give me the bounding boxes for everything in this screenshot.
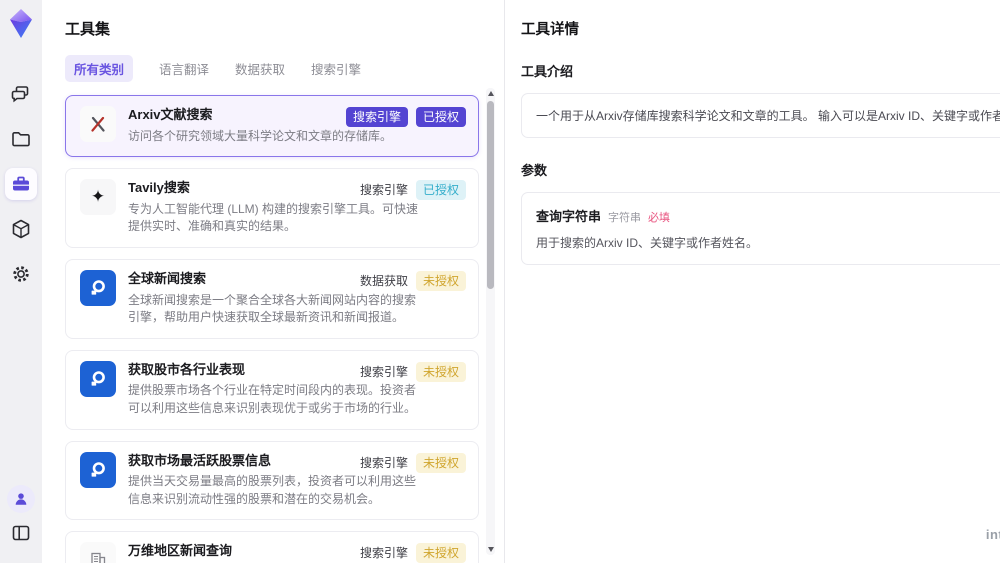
tool-list-panel: 工具集 所有类别 语言翻译 数据获取 搜索引擎 Arxiv文献搜索 访问各个研究…	[42, 0, 504, 563]
tool-card-active-stocks[interactable]: 获取市场最活跃股票信息 提供当天交易量最高的股票列表，投资者可以利用这些信息来识…	[65, 440, 479, 521]
scroll-up-arrow-icon[interactable]	[488, 91, 494, 96]
folder-icon[interactable]	[5, 123, 37, 155]
tool-detail-panel: 工具详情 工具介绍 一个用于从Arxiv存储库搜索科学论文和文章的工具。 输入可…	[504, 0, 1000, 563]
tool-card-stock-sectors[interactable]: 获取股市各行业表现 提供股票市场各个行业在特定时间段内的表现。投资者可以利用这些…	[65, 349, 479, 430]
auth-status-badge: 已授权	[415, 107, 466, 127]
auth-status-badge: 已授权	[415, 180, 466, 201]
category-badge: 搜索引擎	[359, 364, 408, 379]
news-q-logo-icon	[80, 269, 116, 306]
auth-status-badge: 未授权	[415, 270, 466, 291]
tool-description: 专为人工智能代理 (LLM) 构建的搜索引擎工具。可快速提供实时、准确和真实的结…	[128, 201, 419, 234]
tab-search-engine[interactable]: 搜索引擎	[311, 55, 361, 82]
app-window: 工具集 所有类别 语言翻译 数据获取 搜索引擎 Arxiv文献搜索 访问各个研究…	[0, 0, 1000, 563]
tool-description: 访问各个研究领域大量科学论文和文章的存储库。	[128, 128, 393, 143]
toolbox-icon[interactable]	[5, 168, 37, 200]
tool-card-regional-news[interactable]: 万维地区新闻查询 查询具体行政区划内的新闻，快速了解各地新闻动 搜索引擎 未授权	[65, 531, 479, 563]
intel-wordmark: intel	[985, 527, 1000, 542]
intro-section-heading: 工具介绍	[521, 64, 574, 79]
tavily-star-icon: ✦	[80, 179, 116, 216]
category-tabs: 所有类别 语言翻译 数据获取 搜索引擎	[65, 55, 504, 82]
param-description: 用于搜索的Arxiv ID、关键字或作者姓名。	[536, 236, 759, 250]
scroll-down-arrow-icon[interactable]	[488, 547, 494, 552]
icon-rail	[0, 0, 42, 563]
list-scrollbar[interactable]	[486, 88, 495, 555]
param-name: 查询字符串	[536, 209, 602, 224]
tool-card-arxiv[interactable]: Arxiv文献搜索 访问各个研究领域大量科学论文和文章的存储库。 搜索引擎 已授…	[65, 95, 479, 158]
scrollbar-thumb[interactable]	[487, 101, 494, 289]
tool-list: Arxiv文献搜索 访问各个研究领域大量科学论文和文章的存储库。 搜索引擎 已授…	[65, 95, 479, 563]
category-badge: 数据获取	[359, 273, 408, 288]
news-q-logo-icon	[80, 451, 116, 488]
tab-all-categories[interactable]: 所有类别	[65, 55, 134, 82]
tool-card-global-news[interactable]: 全球新闻搜索 全球新闻搜索是一个聚合全球各大新闻网站内容的搜索引擎，帮助用户快速…	[65, 258, 479, 339]
param-card: 查询字符串 字符串 必填 用于搜索的Arxiv ID、关键字或作者姓名。	[521, 192, 1000, 265]
category-badge: 搜索引擎	[359, 455, 408, 470]
building-icon	[80, 542, 116, 563]
settings-gear-icon[interactable]	[5, 258, 37, 290]
param-required-flag: 必填	[648, 212, 671, 224]
panel-layout-icon[interactable]	[5, 517, 37, 549]
arxiv-logo-icon	[80, 106, 116, 142]
auth-status-badge: 未授权	[415, 543, 466, 563]
intel-core-logo: intel CORE	[986, 527, 1000, 550]
tool-description: 提供股票市场各个行业在特定时间段内的表现。投资者可以利用这些信息来识别表现优于或…	[128, 383, 417, 415]
tab-data-fetching[interactable]: 数据获取	[235, 55, 285, 82]
tool-card-tavily[interactable]: ✦ Tavily搜索 专为人工智能代理 (LLM) 构建的搜索引擎工具。可快速提…	[65, 168, 479, 248]
chat-icon[interactable]	[5, 78, 37, 110]
tab-language-translation[interactable]: 语言翻译	[159, 55, 209, 82]
tool-description: 提供当天交易量最高的股票列表，投资者可以利用这些信息来识别流动性强的股票和潜在的…	[128, 474, 417, 506]
detail-panel-title: 工具详情	[521, 22, 579, 38]
category-badge: 搜索引擎	[359, 183, 408, 198]
category-badge: 搜索引擎	[359, 546, 408, 561]
intro-card: 一个用于从Arxiv存储库搜索科学论文和文章的工具。 输入可以是Arxiv ID…	[521, 93, 1000, 138]
tool-intro-text: 一个用于从Arxiv存储库搜索科学论文和文章的工具。 输入可以是Arxiv ID…	[536, 109, 1000, 123]
params-section-heading: 参数	[521, 163, 548, 178]
auth-status-badge: 未授权	[415, 361, 466, 382]
news-q-logo-icon	[80, 360, 116, 397]
param-type: 字符串	[608, 212, 642, 224]
tool-description: 全球新闻搜索是一个聚合全球各大新闻网站内容的搜索引擎，帮助用户快速获取全球最新资…	[128, 292, 417, 325]
page-title: 工具集	[65, 21, 111, 38]
cube-icon[interactable]	[5, 213, 37, 245]
app-logo-icon[interactable]	[6, 8, 36, 40]
user-avatar-icon[interactable]	[7, 485, 35, 513]
auth-status-badge: 未授权	[415, 452, 466, 473]
category-badge: 搜索引擎	[345, 107, 408, 127]
